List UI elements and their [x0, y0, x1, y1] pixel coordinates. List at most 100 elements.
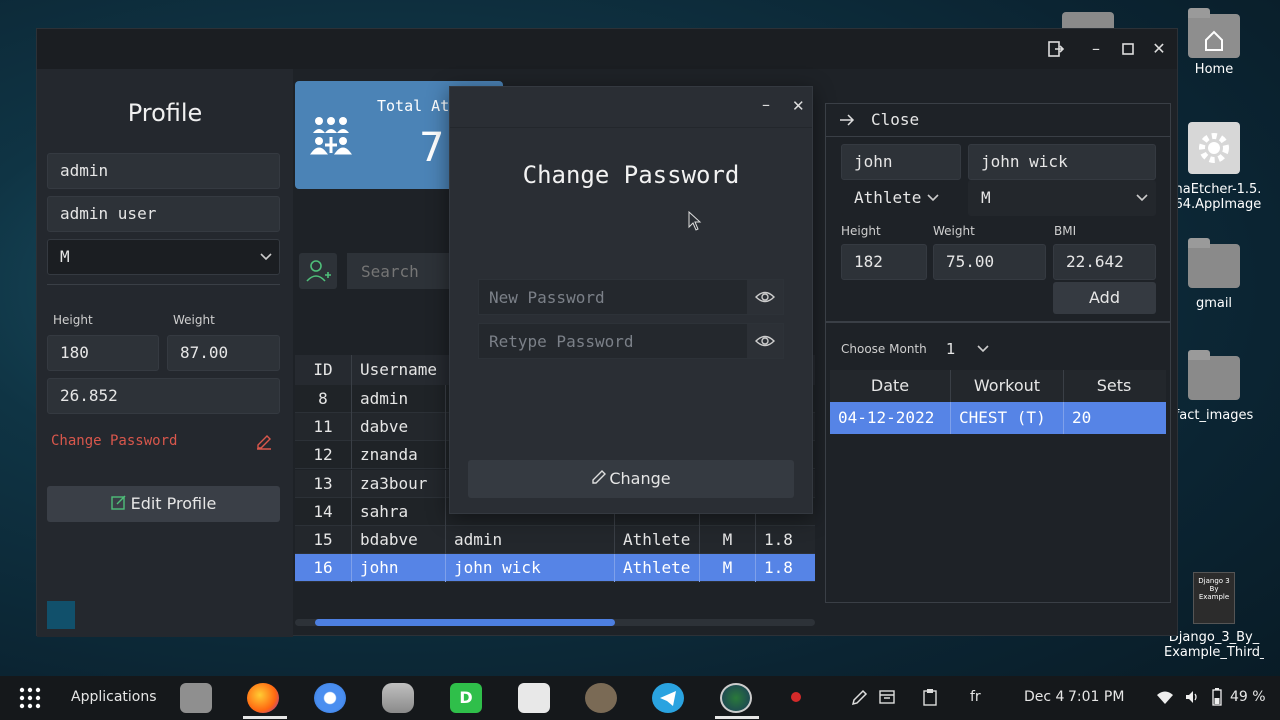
cell-role: Athlete [614, 554, 699, 583]
close-panel-button[interactable]: Close [871, 110, 919, 129]
athlete-weight-field[interactable]: 75.00 [933, 244, 1046, 280]
scrollbar-thumb[interactable] [315, 619, 615, 626]
column-header[interactable]: Workout [950, 370, 1063, 402]
telegram-icon[interactable] [652, 683, 684, 713]
athlete-fullname-field[interactable]: john wick [968, 144, 1156, 180]
minimize-icon[interactable]: – [1084, 37, 1108, 61]
athlete-username-field[interactable]: john [841, 144, 961, 180]
cell-extra: 1.8 [755, 554, 815, 583]
add-button[interactable]: Add [1053, 282, 1156, 314]
cell-username: bdabve [351, 526, 445, 554]
new-password-input[interactable] [479, 280, 749, 314]
retype-password-field[interactable] [478, 323, 784, 359]
arrow-right-icon[interactable] [838, 111, 856, 133]
role-select[interactable]: Athlete [841, 180, 945, 216]
change-button[interactable]: Change [468, 460, 794, 498]
python-app-icon[interactable] [720, 683, 752, 713]
battery-icon[interactable] [1212, 688, 1222, 710]
height-label: Height [841, 224, 881, 238]
gender-value: M [60, 247, 70, 266]
window-icon[interactable] [879, 689, 895, 709]
table-row[interactable]: 04-12-2022 CHEST (T) 20 [830, 402, 1166, 434]
gimp-icon[interactable] [585, 683, 617, 713]
wifi-icon[interactable] [1156, 690, 1174, 709]
eye-icon[interactable] [747, 324, 783, 358]
bmi-label: BMI [1054, 224, 1077, 238]
add-user-button[interactable] [299, 253, 337, 289]
column-header[interactable]: Sets [1063, 370, 1164, 402]
logout-icon[interactable] [1044, 37, 1068, 61]
column-header[interactable]: Username [351, 355, 445, 385]
pen-icon[interactable] [851, 688, 869, 710]
record-icon[interactable] [791, 692, 801, 702]
firefox-icon[interactable] [247, 683, 279, 713]
stats-label: Total Ath [377, 97, 459, 115]
chromium-icon[interactable] [314, 683, 346, 713]
keyboard-layout[interactable]: fr [970, 689, 981, 705]
cell-username: admin [351, 385, 445, 413]
cell-role: Athlete [614, 526, 699, 554]
clipboard-icon[interactable] [922, 688, 938, 710]
search-input[interactable] [347, 253, 451, 289]
close-icon[interactable]: ✕ [792, 97, 805, 115]
edit-icon [591, 461, 607, 499]
dbeaver-icon[interactable]: D [450, 683, 482, 713]
folder-icon [1188, 238, 1240, 288]
column-header[interactable]: ID [295, 355, 351, 385]
cell-username: dabve [351, 413, 445, 442]
column-header[interactable]: Date [830, 370, 950, 402]
desktop-icon-etcher[interactable]: enaEtcher-1.5. x64.AppImage [1164, 122, 1264, 212]
new-password-field[interactable] [478, 279, 784, 315]
date-text[interactable]: Dec 4 [1024, 689, 1064, 705]
month-value: 1 [946, 340, 956, 358]
files-icon[interactable] [180, 683, 212, 713]
status-square [47, 601, 75, 629]
time-text[interactable]: 7:01 PM [1068, 689, 1124, 705]
athlete-gender-select[interactable]: M [968, 180, 1156, 216]
retype-password-input[interactable] [479, 324, 749, 358]
document-viewer-icon[interactable] [518, 683, 550, 713]
weight-field[interactable]: 87.00 [167, 335, 280, 371]
maximize-icon[interactable] [1116, 37, 1140, 61]
desktop-icon-gmail[interactable]: gmail [1164, 238, 1264, 311]
desktop-icon-label: Home [1194, 62, 1234, 77]
close-icon[interactable]: ✕ [1147, 37, 1171, 61]
panel-header: Close [826, 104, 1170, 137]
change-password-link[interactable]: Change Password [51, 433, 177, 449]
divider [450, 127, 812, 128]
profile-sidebar: Profile admin admin user M Height Weight… [37, 69, 293, 637]
folder-icon [1062, 12, 1114, 28]
desktop-icon-django-book[interactable]: Django 3 By Example Django_3_By_ Example… [1164, 572, 1264, 660]
desktop-icon-fact-images[interactable]: fact_images [1164, 350, 1264, 423]
edit-icon[interactable] [255, 433, 273, 455]
eye-icon[interactable] [747, 280, 783, 314]
title-bar: – ✕ [37, 29, 1177, 69]
table-row[interactable]: 16 john john wick Athlete M 1.8 [295, 554, 815, 583]
gender-select[interactable]: M [47, 239, 280, 275]
change-password-dialog: – ✕ Change Password Change [449, 86, 813, 514]
cell-username: znanda [351, 441, 445, 470]
desktop-icon-label: fact_images [1174, 408, 1254, 423]
desktop-icon-home[interactable]: Home [1164, 8, 1264, 77]
height-field[interactable]: 180 [47, 335, 159, 371]
cell-extra: 1.8 [755, 526, 815, 554]
horizontal-scrollbar[interactable] [295, 619, 815, 626]
applications-menu[interactable]: Applications [71, 689, 157, 705]
workout-date: 04-12-2022 [838, 408, 935, 427]
database-icon[interactable] [382, 683, 414, 713]
table-row[interactable]: 15 bdabve admin Athlete M 1.8 [295, 526, 815, 554]
username-field[interactable]: admin [47, 153, 280, 189]
athlete-height-field[interactable]: 182 [841, 244, 927, 280]
volume-icon[interactable] [1184, 689, 1200, 709]
cell-id: 13 [313, 473, 333, 493]
app-grid-icon[interactable] [18, 686, 42, 714]
cell-name: admin [445, 526, 614, 554]
minimize-icon[interactable]: – [762, 95, 770, 114]
home-folder-icon [1188, 8, 1240, 58]
desktop-icon-label: enaEtcher-1.5. [1166, 182, 1262, 197]
month-select[interactable]: 1 [938, 333, 994, 365]
edit-profile-button[interactable]: Edit Profile [47, 486, 280, 522]
fullname-field[interactable]: admin user [47, 196, 280, 232]
cell-name: john wick [445, 554, 614, 583]
stats-value: 7 [419, 125, 445, 171]
